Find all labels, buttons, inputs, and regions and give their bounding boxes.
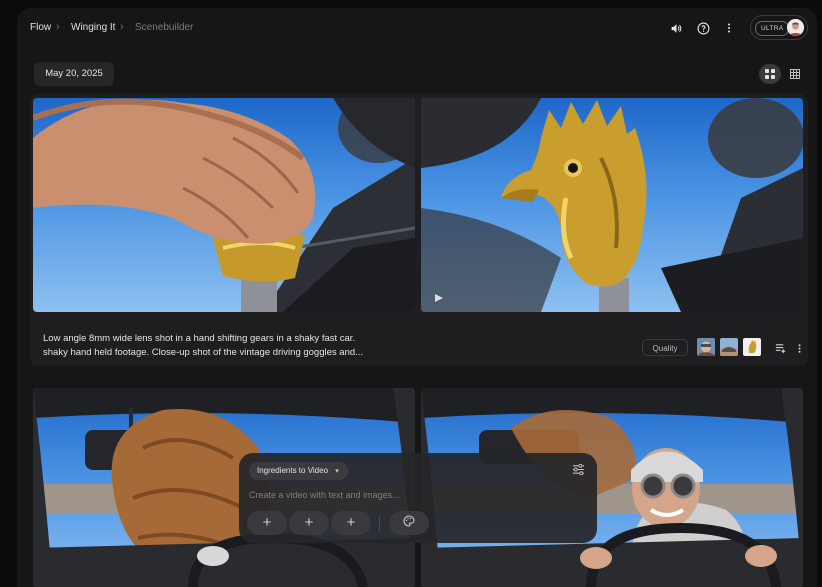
breadcrumb-project[interactable]: Winging It xyxy=(71,22,115,33)
ingredient-thumbnail-rooster[interactable] xyxy=(743,338,761,356)
breadcrumb-current: Scenebuilder xyxy=(135,22,194,33)
scene-prompt: Low angle 8mm wide lens shot in a hand s… xyxy=(43,332,463,360)
list-view-icon[interactable] xyxy=(784,64,806,84)
add-ingredient-button[interactable]: + xyxy=(331,511,371,535)
settings-sliders-icon[interactable] xyxy=(572,463,585,481)
chevron-down-icon: ▾ xyxy=(335,468,339,475)
app-window: Flow › Winging It › Scenebuilder ULTRA M… xyxy=(17,8,817,587)
prompt-input[interactable]: Create a video with text and images... xyxy=(249,490,400,500)
add-ingredient-button[interactable]: + xyxy=(247,511,287,535)
scene-thumbnail-hand-shifter[interactable] xyxy=(33,98,415,312)
view-toggle xyxy=(759,64,809,84)
date-chip: May 20, 2025 xyxy=(34,62,114,86)
account-pill[interactable]: ULTRA xyxy=(750,15,808,40)
prompt-line: Low angle 8mm wide lens shot in a hand s… xyxy=(43,333,356,344)
prompt-composer: Ingredients to Video ▾ Create a video wi… xyxy=(239,453,597,543)
add-ingredient-button[interactable]: + xyxy=(289,511,329,535)
breadcrumb-separator: › xyxy=(120,21,124,33)
plan-badge: ULTRA xyxy=(755,21,790,36)
add-to-scene-icon[interactable] xyxy=(773,341,787,355)
avatar[interactable] xyxy=(787,19,804,36)
scene-thumbnail-rooster-shifter[interactable] xyxy=(421,98,803,312)
ingredient-thumbnail-car[interactable] xyxy=(720,338,738,356)
style-button[interactable] xyxy=(389,511,429,535)
breadcrumb-flow[interactable]: Flow xyxy=(30,22,51,33)
grid-view-icon[interactable] xyxy=(759,64,781,84)
mode-select[interactable]: Ingredients to Video ▾ xyxy=(249,462,348,480)
ingredient-thumbnail-driver[interactable] xyxy=(697,338,715,356)
prompt-line: shaky hand held footage. Close-up shot o… xyxy=(43,347,364,358)
volume-icon[interactable] xyxy=(667,19,685,37)
palette-icon xyxy=(403,514,415,532)
breadcrumb-separator: › xyxy=(56,21,60,33)
divider xyxy=(379,515,380,531)
card-more-icon[interactable] xyxy=(792,341,806,355)
help-icon[interactable] xyxy=(694,19,712,37)
top-bar: Flow › Winging It › Scenebuilder ULTRA xyxy=(17,8,817,48)
quality-chip[interactable]: Quality xyxy=(642,339,688,356)
scene-card: Low angle 8mm wide lens shot in a hand s… xyxy=(30,94,808,366)
mode-select-label: Ingredients to Video xyxy=(257,466,329,475)
more-vert-icon[interactable] xyxy=(720,19,738,37)
